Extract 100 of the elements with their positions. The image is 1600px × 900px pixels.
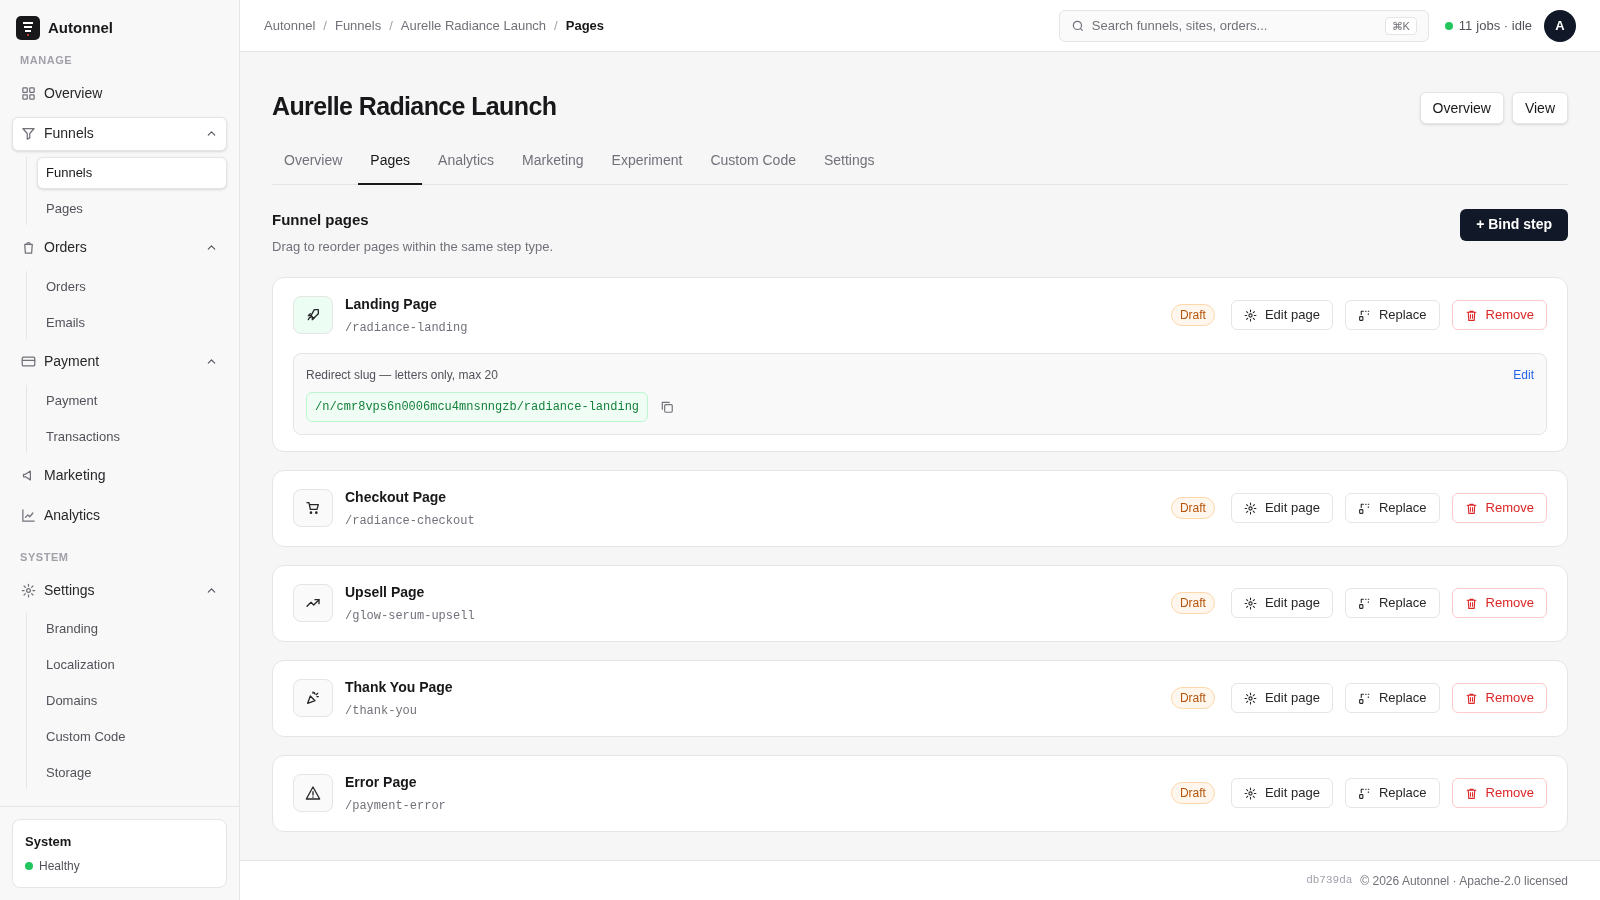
replace-button[interactable]: Replace [1344,300,1440,330]
redirect-url: /n/cmr8vps6n0006mcu4mnsnngzb/radiance-landing [306,391,649,422]
tab[interactable]: Marketing [510,145,596,185]
trash-icon [1464,308,1478,322]
tab[interactable]: Overview [272,145,355,185]
search-icon [1070,18,1085,33]
sidebar-subitem[interactable]: Funnels [37,156,227,189]
copy-icon[interactable] [660,399,675,414]
filter-icon [21,126,36,141]
edit-page-button[interactable]: Edit page [1230,683,1333,713]
remove-button[interactable]: Remove [1451,588,1547,618]
sidebar-subitem[interactable]: Payment [37,384,227,417]
sidebar-subitem[interactable]: Transactions [37,420,227,453]
grid-icon [21,86,36,101]
shopping-cart-icon [293,489,333,527]
party-popper-icon [293,679,333,717]
commit-hash: db739da [1306,873,1353,889]
page-slug: /radiance-checkout [345,512,476,530]
edit-page-button[interactable]: Edit page [1230,493,1333,523]
section-title: Funnel pages [272,209,370,230]
logo-icon [16,16,40,40]
remove-button[interactable]: Remove [1451,778,1547,808]
sidebar-item[interactable]: Marketing [12,458,227,493]
tab[interactable]: Analytics [426,145,507,185]
sidebar-subitem[interactable]: Localization [37,649,227,681]
breadcrumb-link[interactable]: Aurelle Radiance Launch [400,15,547,36]
trash-icon [1464,501,1478,515]
page-slug: /glow-serum-upsell [345,607,476,625]
tab[interactable]: Settings [811,145,887,185]
sidebar-item[interactable]: Payment [12,344,227,379]
brand-name: Autonnel [48,17,113,38]
replace-icon [1357,691,1371,705]
breadcrumb-current: Pages [565,16,605,35]
status-badge: Draft [1170,592,1215,614]
breadcrumb-link[interactable]: Autonnel [264,15,316,36]
status-badge: Draft [1170,304,1215,326]
breadcrumb-separator: / [554,16,558,35]
warning-icon [293,774,333,812]
tab[interactable]: Custom Code [698,145,808,185]
page-slug: /radiance-landing [345,319,469,337]
replace-button[interactable]: Replace [1344,493,1440,523]
credit-card-icon [21,354,36,369]
replace-icon [1357,596,1371,610]
user-avatar[interactable]: A [1544,9,1576,42]
replace-icon [1357,308,1371,322]
edit-page-button[interactable]: Edit page [1230,300,1333,330]
page-title: Checkout Page [345,487,448,507]
page-title: Upsell Page [345,582,426,602]
page-title: Thank You Page [345,677,454,697]
sidebar-item[interactable]: Analytics [12,498,227,533]
replace-button[interactable]: Replace [1344,683,1440,713]
breadcrumb-link[interactable]: Funnels [334,15,382,36]
trending-up-icon [293,584,333,622]
replace-icon [1357,786,1371,800]
trash-icon [1464,596,1478,610]
sidebar-subitem[interactable]: Orders [37,270,227,303]
header-action-button[interactable]: View [1511,92,1568,124]
remove-button[interactable]: Remove [1451,300,1547,330]
footer-text: © 2026 Autonnel · Apache-2.0 licensed [1360,872,1568,890]
sidebar-subitem[interactable]: Branding [37,613,227,645]
page-slug: /payment-error [345,797,447,815]
breadcrumb-separator: / [323,16,327,35]
replace-icon [1357,501,1371,515]
jobs-count: 11 [1458,16,1473,35]
status-text: Healthy [39,858,80,875]
page-title: Error Page [345,772,418,792]
page-title: Aurelle Radiance Launch [272,91,557,122]
trash-icon [1464,691,1478,705]
section-subtitle: Drag to reorder pages within the same step type. [272,238,554,256]
header-action-button[interactable]: Overview [1419,92,1504,124]
sidebar-subitem[interactable]: Domains [37,685,227,717]
remove-button[interactable]: Remove [1451,683,1547,713]
sidebar-item[interactable]: Orders [12,230,227,265]
edit-page-button[interactable]: Edit page [1230,778,1333,808]
sidebar-item[interactable]: Overview [12,76,227,111]
sidebar-item[interactable]: Funnels [12,116,227,151]
sidebar-item[interactable]: Settings [12,573,227,607]
page-title: Landing Page [345,294,438,314]
section-heading: MANAGE [19,53,74,68]
section-heading: SYSTEM [19,549,70,565]
edit-page-button[interactable]: Edit page [1230,588,1333,618]
field-label: Redirect slug — letters only, max 20 [306,366,498,384]
sidebar-subitem[interactable]: Pages [37,192,227,225]
sidebar-subitem[interactable]: Custom Code [37,721,227,753]
bind-step-button[interactable]: + Bind step [1460,208,1568,241]
sidebar-subitem[interactable]: Emails [37,306,227,339]
breadcrumb-separator: / [389,16,393,35]
edit-link[interactable]: Edit [1513,365,1534,384]
status-badge: Draft [1170,497,1215,519]
page-slug: /thank-you [345,702,418,720]
replace-button[interactable]: Replace [1344,778,1440,808]
tab[interactable]: Experiment [599,145,695,185]
remove-button[interactable]: Remove [1451,493,1547,523]
line-chart-icon [21,508,36,523]
replace-button[interactable]: Replace [1344,588,1440,618]
status-badge: Draft [1170,782,1215,804]
tab[interactable]: Pages [358,145,423,185]
jobs-status: jobs · idle [1476,16,1532,35]
sidebar-subitem[interactable]: Storage [37,757,227,789]
status-badge: Draft [1170,687,1215,709]
